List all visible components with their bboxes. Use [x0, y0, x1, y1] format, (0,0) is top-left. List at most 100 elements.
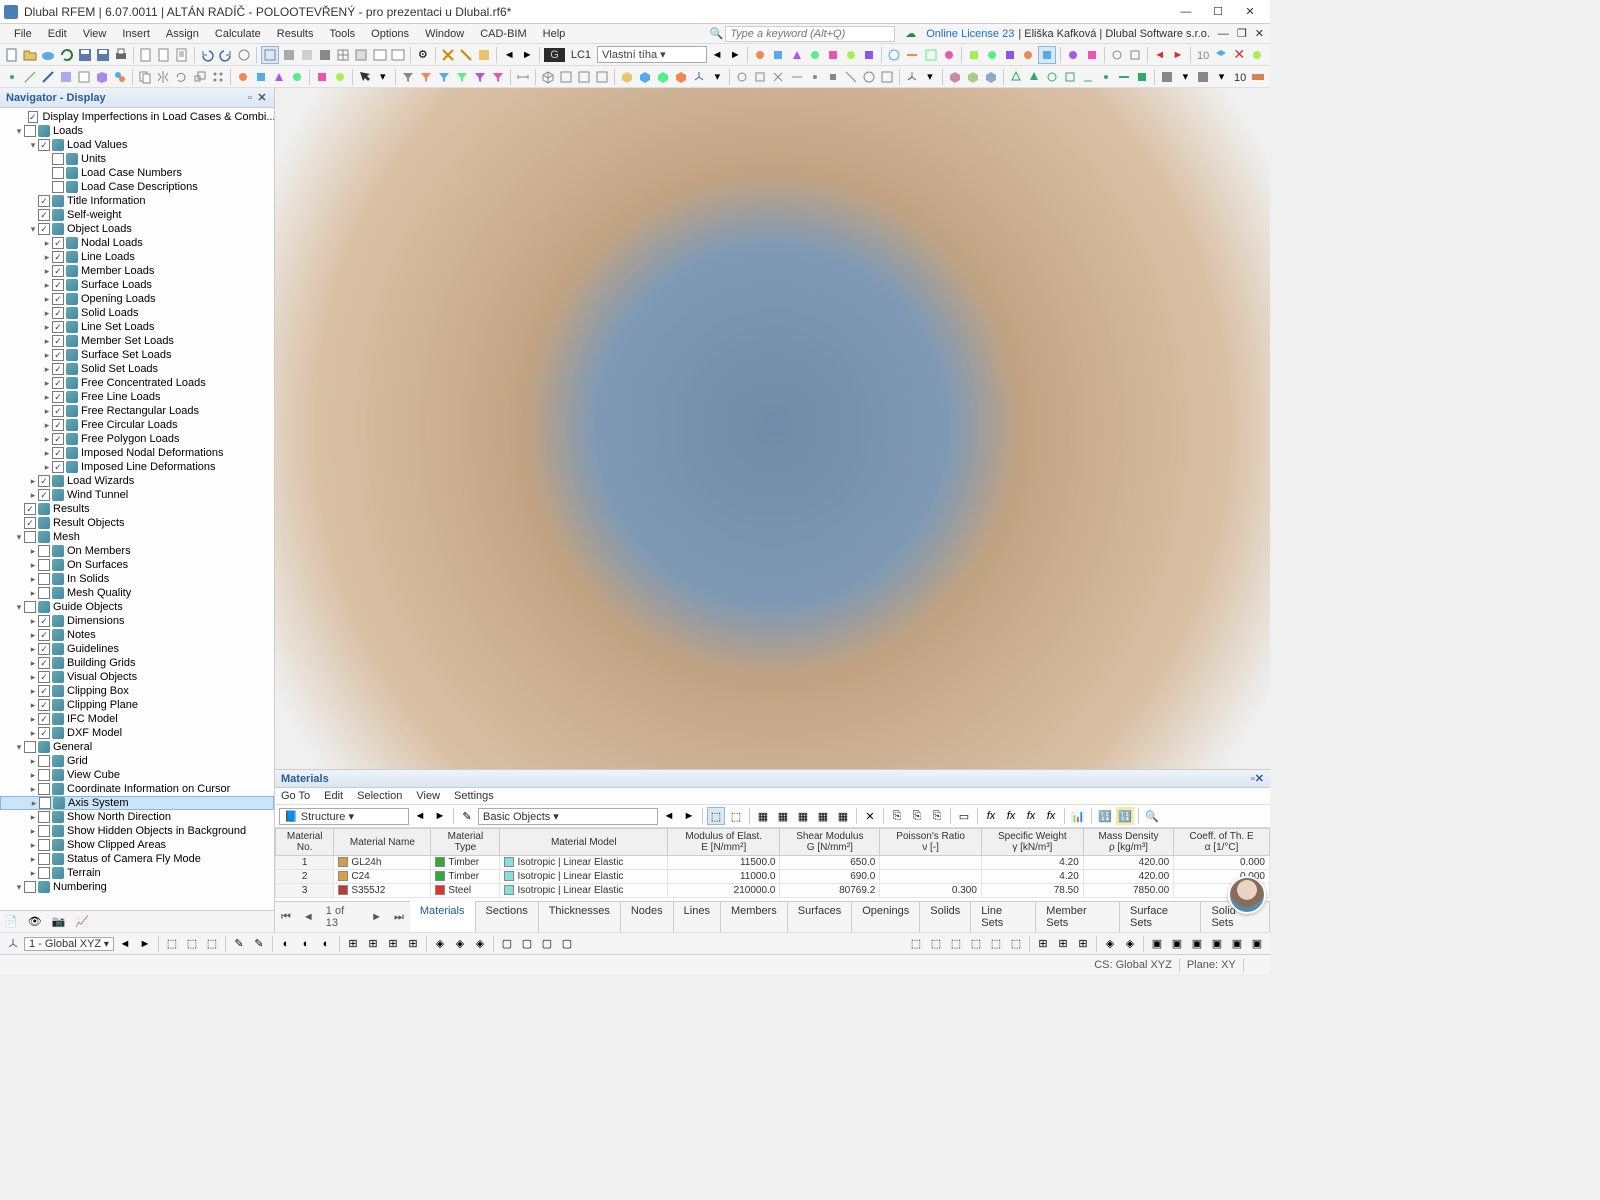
filter-e-icon[interactable]: [472, 68, 488, 86]
mat-tj-icon[interactable]: ▭: [955, 807, 973, 825]
nav-tab-views-icon[interactable]: 📷: [52, 915, 66, 928]
t2b-icon[interactable]: [253, 68, 269, 86]
mirror-icon[interactable]: [155, 68, 171, 86]
t2f-icon[interactable]: [332, 68, 348, 86]
cs-combo[interactable]: 1 - Global XYZ ▾: [24, 937, 114, 951]
mat-edit-icon[interactable]: ✎: [458, 807, 476, 825]
table-tab[interactable]: Materials: [410, 901, 476, 932]
tree-node[interactable]: ▸Imposed Nodal Deformations: [0, 446, 274, 460]
view-transparent-icon[interactable]: [299, 46, 315, 64]
bt-z8-icon[interactable]: ⊞: [1054, 935, 1072, 953]
close-button[interactable]: ✕: [1234, 1, 1266, 23]
tree-node[interactable]: ▸Solid Set Loads: [0, 362, 274, 376]
tree-expander-icon[interactable]: ▸: [28, 770, 38, 781]
axis3d2-icon[interactable]: ▾: [709, 68, 725, 86]
mat-tg-icon[interactable]: ⎘: [888, 807, 906, 825]
gear-icon[interactable]: ⚙: [415, 46, 431, 64]
tree-node[interactable]: Results: [0, 502, 274, 516]
tree-node[interactable]: ▸Surface Set Loads: [0, 348, 274, 362]
tree-node[interactable]: ▸Line Loads: [0, 250, 274, 264]
tree-expander-icon[interactable]: ▸: [28, 588, 38, 599]
save-as-icon[interactable]: [95, 46, 111, 64]
tab-next-icon[interactable]: ►: [365, 909, 388, 925]
tree-node[interactable]: ▸Surface Loads: [0, 278, 274, 292]
bt-z4-icon[interactable]: ⬚: [967, 935, 985, 953]
line-icon[interactable]: [22, 68, 38, 86]
bt-zh-icon[interactable]: ▣: [1248, 935, 1266, 953]
calc-all-icon[interactable]: [476, 46, 492, 64]
tree-checkbox[interactable]: [24, 125, 36, 137]
tab-last-icon[interactable]: ⏭: [388, 909, 410, 926]
mat-export-icon[interactable]: 📊: [1069, 807, 1087, 825]
table-header[interactable]: Shear ModulusG [N/mm²]: [780, 829, 880, 856]
tree-expander-icon[interactable]: ▸: [28, 546, 38, 557]
tree-expander-icon[interactable]: ▾: [28, 140, 38, 151]
menu-help[interactable]: Help: [535, 26, 574, 42]
tree-node[interactable]: ▸Free Concentrated Loads: [0, 376, 274, 390]
table-row[interactable]: 2C24TimberIsotropic | Linear Elastic1100…: [276, 870, 1270, 884]
tree-node[interactable]: ▸Axis System: [0, 796, 274, 810]
tree-expander-icon[interactable]: ▸: [28, 868, 38, 879]
mat-find-icon[interactable]: 🔍: [1143, 807, 1161, 825]
tree-expander-icon[interactable]: ▸: [42, 280, 52, 291]
tool-r-icon[interactable]: [1083, 46, 1099, 64]
table-header[interactable]: Material Model: [500, 829, 668, 856]
table-tab[interactable]: Sections: [476, 902, 539, 932]
nav-close-icon[interactable]: ✕: [256, 91, 268, 104]
tree-node[interactable]: ▸Dimensions: [0, 614, 274, 628]
bt-zb-icon[interactable]: ◈: [1121, 935, 1139, 953]
tree-node[interactable]: ▸On Surfaces: [0, 558, 274, 572]
table-tab[interactable]: Member Sets: [1036, 902, 1120, 932]
bt-r-icon[interactable]: ◈: [471, 935, 489, 953]
tree-checkbox[interactable]: [52, 251, 64, 263]
box-b-icon[interactable]: [965, 68, 981, 86]
tree-node[interactable]: ▸Clipping Box: [0, 684, 274, 698]
tree-checkbox[interactable]: [38, 783, 50, 795]
tree-expander-icon[interactable]: ▸: [42, 364, 52, 375]
mat-fx4-icon[interactable]: fx: [1042, 807, 1060, 825]
view-shaded-icon[interactable]: [317, 46, 333, 64]
tree-checkbox[interactable]: [38, 475, 50, 487]
tree-expander-icon[interactable]: ▸: [42, 378, 52, 389]
tree-node[interactable]: ▾Loads: [0, 124, 274, 138]
tree-checkbox[interactable]: [24, 881, 36, 893]
tree-node[interactable]: ▸Free Line Loads: [0, 390, 274, 404]
bt-o-icon[interactable]: ⊞: [404, 935, 422, 953]
tree-checkbox[interactable]: [39, 797, 51, 809]
tree-node[interactable]: ▸Opening Loads: [0, 292, 274, 306]
delete-red-icon[interactable]: ✕: [1231, 46, 1247, 64]
view-front-icon[interactable]: [576, 68, 592, 86]
table-tab[interactable]: Lines: [674, 902, 721, 932]
box-c-icon[interactable]: [983, 68, 999, 86]
tree-node[interactable]: ▸Imposed Line Deformations: [0, 460, 274, 474]
cloud-open-icon[interactable]: [40, 46, 56, 64]
box3d-a-icon[interactable]: [619, 68, 635, 86]
bt-l-icon[interactable]: ⊞: [344, 935, 362, 953]
tree-node[interactable]: ▸Status of Camera Fly Mode: [0, 852, 274, 866]
tree-node[interactable]: ▸DXF Model: [0, 726, 274, 740]
tree-expander-icon[interactable]: ▸: [28, 854, 38, 865]
menu-cadbim[interactable]: CAD-BIM: [472, 26, 534, 42]
array-icon[interactable]: [210, 68, 226, 86]
doc-close-button[interactable]: ✕: [1255, 27, 1264, 40]
tree-checkbox[interactable]: [38, 685, 50, 697]
view-table2-icon[interactable]: [390, 46, 406, 64]
tree-checkbox[interactable]: [38, 867, 50, 879]
tree-node[interactable]: ▸Visual Objects: [0, 670, 274, 684]
doc1-icon[interactable]: [138, 46, 154, 64]
mat-ta-icon[interactable]: ▦: [754, 807, 772, 825]
tree-checkbox[interactable]: [38, 615, 50, 627]
table-header[interactable]: Modulus of Elast.E [N/mm²]: [668, 829, 780, 856]
tree-checkbox[interactable]: [24, 503, 36, 515]
tree-expander-icon[interactable]: ▸: [42, 392, 52, 403]
tree-expander-icon[interactable]: ▾: [14, 602, 24, 613]
tree-node[interactable]: ▾General: [0, 740, 274, 754]
menu-window[interactable]: Window: [417, 26, 472, 42]
tree-node[interactable]: ▸Free Rectangular Loads: [0, 404, 274, 418]
menu-calculate[interactable]: Calculate: [207, 26, 269, 42]
bt-v-icon[interactable]: ▢: [558, 935, 576, 953]
filter-c-icon[interactable]: [436, 68, 452, 86]
tree-expander-icon[interactable]: ▸: [28, 574, 38, 585]
mat-tb-icon[interactable]: ▦: [774, 807, 792, 825]
tree-node[interactable]: Units: [0, 152, 274, 166]
